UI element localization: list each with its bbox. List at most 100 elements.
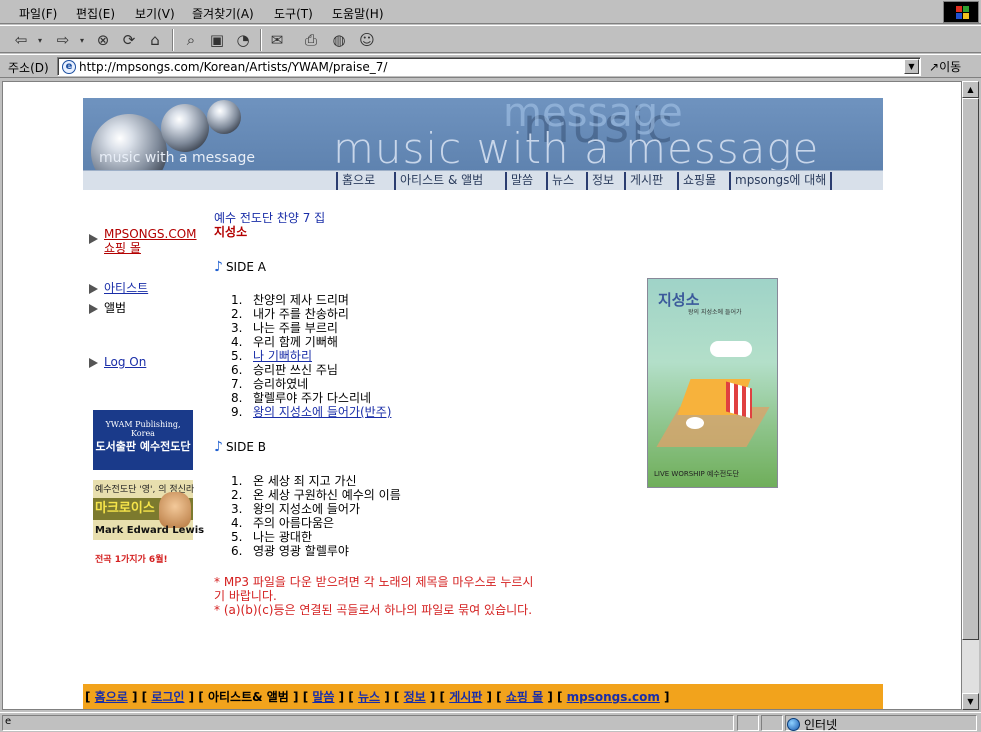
- status-panel: [737, 715, 759, 731]
- mail-icon[interactable]: ✉: [266, 29, 288, 51]
- nav-home[interactable]: 홈으로: [336, 172, 379, 190]
- address-label: 주소(D): [8, 61, 49, 75]
- site-banner: music message music with a message music…: [83, 98, 883, 190]
- back-arrow-icon[interactable]: ⇦: [10, 29, 32, 51]
- ywam-publishing-ad[interactable]: YWAM Publishing, Korea 도서출판 예수전도단: [93, 410, 193, 470]
- nav-board[interactable]: 게시판: [624, 172, 667, 190]
- home-icon[interactable]: ⌂: [144, 29, 166, 51]
- scroll-down-icon[interactable]: ▼: [962, 693, 979, 710]
- scroll-thumb[interactable]: [962, 98, 979, 640]
- page-viewport: music message music with a message music…: [2, 81, 962, 710]
- status-text-panel: e: [2, 715, 734, 731]
- menu-bar: 파일(F) 편집(E) 보기(V) 즐겨찾기(A) 도구(T) 도움말(H): [0, 0, 981, 24]
- track-number: 2.: [231, 307, 243, 321]
- print-icon[interactable]: ⎙: [300, 29, 322, 51]
- artists-link[interactable]: 아티스트: [104, 281, 148, 295]
- footer-links: [ 홈으로 ] [ 로그인 ] [ 아티스트& 앨범 ] [ 말씀 ] [ 뉴스…: [85, 688, 670, 706]
- footer-link-3[interactable]: 말씀: [312, 690, 334, 704]
- status-page-icon: e: [5, 716, 12, 727]
- status-panel: [761, 715, 783, 731]
- logon-link[interactable]: Log On: [104, 355, 146, 369]
- footer-link-5[interactable]: 정보: [404, 690, 426, 704]
- mark-edward-lewis-ad[interactable]: 예수전도단 '영', 의 정신라 마크로이스 Mark Edward Lewis: [93, 480, 204, 540]
- track-number: 3.: [231, 502, 243, 516]
- discuss-icon[interactable]: ◍: [328, 29, 350, 51]
- back-dropdown-icon[interactable]: ▾: [34, 29, 46, 51]
- bullet-arrow-icon: [89, 304, 98, 314]
- forward-arrow-icon[interactable]: ⇨: [52, 29, 74, 51]
- history-icon[interactable]: ◔: [232, 29, 254, 51]
- track-download-link[interactable]: 왕의 지성소에 들어가(반주): [253, 405, 391, 419]
- cloud-icon: [710, 341, 752, 357]
- sheep-icon: [686, 417, 704, 429]
- track-title: 할렐루야 주가 다스리네: [253, 391, 372, 405]
- bracket: ]: [184, 690, 199, 704]
- side-b-tracklist: 1. 온 세상 죄 지고 가신 2. 온 세상 구원하신 예수의 이름 3. 왕의 지성소…: [231, 474, 401, 558]
- track-number: 2.: [231, 488, 243, 502]
- footer-link-7[interactable]: 쇼핑 몰: [506, 690, 543, 704]
- go-button[interactable]: ↗이동: [929, 58, 961, 75]
- nav-info[interactable]: 정보: [586, 172, 618, 190]
- bracket: [: [393, 690, 404, 704]
- scroll-up-icon[interactable]: ▲: [962, 81, 979, 98]
- track-number: 6.: [231, 363, 243, 377]
- shop-link-line2: 쇼핑 몰: [104, 241, 141, 255]
- address-url[interactable]: http://mpsongs.com/Korean/Artists/YWAM/p…: [79, 60, 387, 74]
- track-title: 왕의 지성소에 들어가: [253, 502, 360, 516]
- vertical-scrollbar[interactable]: ▲ ▼: [962, 81, 979, 710]
- messenger-icon[interactable]: ☺: [356, 29, 378, 51]
- bullet-arrow-icon: [89, 358, 98, 368]
- footer-link-1[interactable]: 로그인: [151, 690, 184, 704]
- track-number: 5.: [231, 530, 243, 544]
- bracket: [: [496, 690, 506, 704]
- shop-link[interactable]: MPSONGS.COM 쇼핑 몰: [104, 227, 197, 255]
- bracket: ]: [543, 690, 557, 704]
- nav-word[interactable]: 말씀: [505, 172, 537, 190]
- track-item: 2. 온 세상 구원하신 예수의 이름: [231, 488, 401, 502]
- address-input[interactable]: e http://mpsongs.com/Korean/Artists/YWAM…: [57, 57, 921, 76]
- menu-help[interactable]: 도움말(H): [332, 5, 384, 22]
- footer-link-4[interactable]: 뉴스: [358, 690, 380, 704]
- album-title: 지성소: [214, 225, 248, 239]
- nav-shop[interactable]: 쇼핑몰: [677, 172, 720, 190]
- bracket: ]: [127, 690, 142, 704]
- windows-logo-icon: [943, 1, 979, 23]
- track-download-link[interactable]: 나 기뻐하리: [253, 349, 312, 363]
- banner-tagline: music with a message: [99, 150, 255, 166]
- menu-view[interactable]: 보기(V): [135, 5, 175, 22]
- track-number: 6.: [231, 544, 243, 558]
- menu-file[interactable]: 파일(F): [19, 5, 57, 22]
- track-item: 1. 찬양의 제사 드리며: [231, 293, 391, 307]
- track-title: 나는 광대한: [253, 530, 313, 544]
- track-title: 내가 주를 찬송하리: [253, 307, 349, 321]
- bracket: ]: [380, 690, 394, 704]
- menu-favorites[interactable]: 즐겨찾기(A): [192, 5, 254, 22]
- footer-link-8[interactable]: mpsongs.com: [567, 690, 660, 704]
- bracket: [: [556, 690, 567, 704]
- album-cover: 지성소 왕의 지성소에 들어가 LIVE WORSHIP 예수전도단: [647, 278, 778, 488]
- nav-news[interactable]: 뉴스: [546, 172, 578, 190]
- track-item: 4. 주의 아름다움은: [231, 516, 401, 530]
- globe-icon: [787, 718, 800, 731]
- track-number: 3.: [231, 321, 243, 335]
- favorites-icon[interactable]: ▣: [206, 29, 228, 51]
- stop-icon[interactable]: ⊗: [92, 29, 114, 51]
- chrome-sphere-icon: [207, 100, 241, 134]
- address-dropdown-icon[interactable]: ▼: [904, 59, 919, 74]
- refresh-icon[interactable]: ⟳: [118, 29, 140, 51]
- track-item: 7. 승리하였네: [231, 377, 391, 391]
- track-number: 9.: [231, 405, 243, 419]
- nav-artists-albums[interactable]: 아티스트 & 앨범: [394, 172, 487, 190]
- footer-link-6[interactable]: 게시판: [449, 690, 482, 704]
- ad-note[interactable]: 전곡 1가지가 6월!: [95, 552, 168, 565]
- menu-edit[interactable]: 편집(E): [76, 5, 115, 22]
- search-icon[interactable]: ⌕: [180, 29, 202, 51]
- note-merged-files: * (a)(b)(c)등은 연결된 곡들로서 하나의 파일로 묶여 있습니다.: [214, 603, 533, 617]
- footer-link-0[interactable]: 홈으로: [95, 690, 128, 704]
- go-label: 이동: [939, 60, 962, 74]
- menu-tools[interactable]: 도구(T): [274, 5, 313, 22]
- track-item: 8. 할렐루야 주가 다스리네: [231, 391, 391, 405]
- forward-dropdown-icon[interactable]: ▾: [76, 29, 88, 51]
- nav-about[interactable]: mpsongs에 대해: [729, 172, 833, 190]
- bracket: [: [302, 690, 313, 704]
